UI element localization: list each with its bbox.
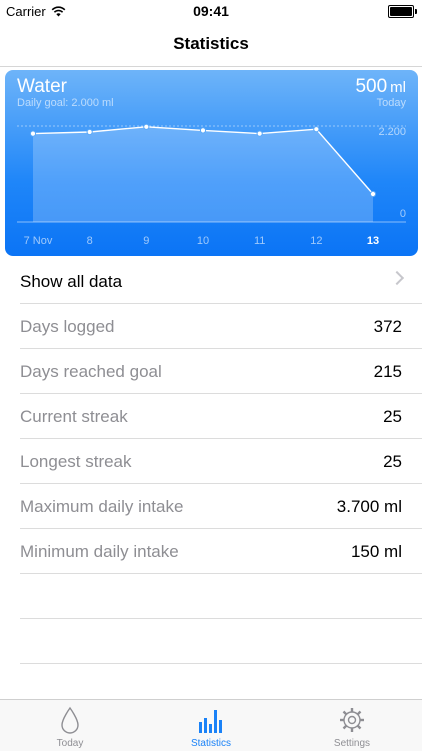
list-item-value: 3.700 ml (336, 497, 402, 516)
show-all-data-row[interactable]: Show all data (20, 259, 422, 304)
data-point (256, 130, 263, 137)
list-item-value: 25 (383, 452, 402, 471)
tab-statistics[interactable]: Statistics (141, 700, 281, 751)
empty-row (20, 619, 422, 664)
navigation-bar: Statistics (0, 22, 422, 67)
list-item-label: Current streak (20, 407, 128, 426)
tab-label: Statistics (190, 738, 231, 749)
x-tick-label: 7 Nov (24, 235, 53, 247)
list-item-label: Maximum daily intake (20, 497, 184, 516)
card-title: Water (17, 76, 67, 97)
list-item-value: 215 (373, 362, 402, 381)
list-item-value: 372 (373, 317, 402, 336)
x-tick-label: 10 (197, 235, 209, 247)
list-item-label: Show all data (20, 272, 123, 291)
longest-streak-row: Longest streak 25 (20, 439, 422, 484)
period-label: Today (376, 97, 406, 109)
intake-number: 500 (355, 76, 388, 97)
battery-icon (388, 5, 417, 18)
list-item-label: Minimum daily intake (20, 542, 179, 561)
maximum-daily-intake-row: Maximum daily intake 3.700 ml (20, 484, 422, 529)
data-point (29, 130, 37, 137)
data-point (199, 127, 207, 134)
tab-bar: Today Statistics Settings (0, 699, 422, 751)
list-item-label: Days reached goal (20, 362, 162, 381)
list-item-label: Longest streak (20, 452, 132, 471)
list-item-value: 25 (383, 407, 402, 426)
reference-label: 2.200 (378, 126, 406, 138)
tab-today[interactable]: Today (0, 700, 140, 751)
x-tick-label: 11 (254, 235, 265, 247)
days-reached-goal-row: Days reached goal 215 (20, 349, 422, 394)
days-logged-row: Days logged 372 (20, 304, 422, 349)
x-tick-label: 12 (310, 235, 322, 247)
minimum-daily-intake-row: Minimum daily intake 150 ml (20, 529, 422, 574)
x-tick-label: 13 (367, 235, 379, 247)
data-point (313, 126, 320, 133)
statistics-list: Show all data Days logged 372 Days reach… (0, 259, 422, 664)
bar-chart-icon (199, 710, 222, 733)
x-tick-label: 9 (143, 235, 149, 247)
list-item-label: Days logged (20, 317, 115, 336)
drop-icon (61, 706, 79, 734)
x-tick-label: 8 (87, 235, 93, 247)
status-time: 09:41 (193, 3, 229, 19)
intake-unit: ml (390, 79, 406, 96)
zero-label: 0 (400, 208, 406, 220)
water-chart-card[interactable]: 2.200 0 7 Nov 8 9 10 11 12 13 Water Daily goal: … (5, 70, 418, 256)
today-intake-value: 500 ml (355, 76, 406, 98)
list-item-value: 150 ml (350, 542, 402, 561)
empty-row (20, 574, 422, 619)
data-point (143, 123, 150, 130)
page-title: Statistics (173, 34, 249, 53)
data-point (86, 128, 93, 136)
current-streak-row: Current streak 25 (20, 394, 422, 439)
series-area (33, 126, 373, 222)
gear-icon (340, 708, 364, 732)
tab-label: Today (56, 738, 84, 749)
status-bar: Carrier 09:41 (0, 0, 422, 22)
tab-label: Settings (333, 738, 371, 749)
tab-settings[interactable]: Settings (282, 700, 422, 751)
data-point (369, 190, 377, 198)
daily-goal-label: Daily goal: 2.000 ml (17, 97, 114, 109)
chevron-right-icon (389, 270, 405, 286)
